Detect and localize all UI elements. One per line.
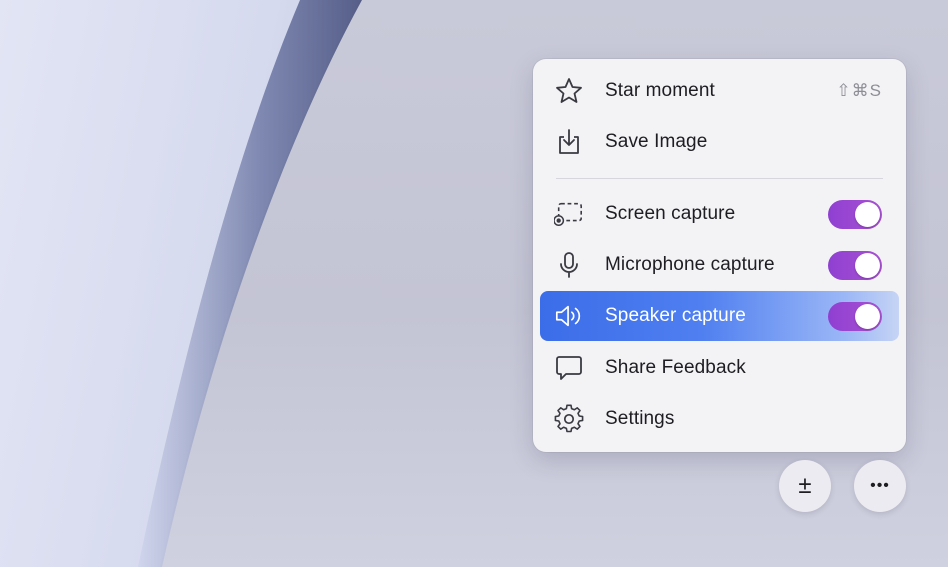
toggle-knob bbox=[855, 253, 880, 278]
microphone-capture-toggle[interactable] bbox=[828, 251, 882, 280]
chat-bubble-icon bbox=[554, 353, 584, 383]
menu-item-speaker-capture[interactable]: Speaker capture bbox=[540, 291, 899, 341]
speaker-icon bbox=[554, 301, 584, 331]
menu-item-save-image[interactable]: Save Image bbox=[540, 117, 899, 167]
menu-item-screen-capture[interactable]: Screen capture bbox=[540, 189, 899, 239]
keyboard-shortcut: ⇧⌘S bbox=[836, 81, 882, 100]
menu-item-label: Star moment bbox=[605, 80, 715, 101]
ellipsis-icon: ••• bbox=[870, 477, 890, 494]
context-menu: Star moment ⇧⌘S Save Image Screen captur… bbox=[533, 59, 906, 452]
menu-item-label: Settings bbox=[605, 408, 675, 429]
menu-item-label: Screen capture bbox=[605, 203, 736, 224]
plus-minus-icon: ± bbox=[798, 472, 812, 499]
menu-divider bbox=[556, 178, 883, 179]
save-image-icon bbox=[554, 127, 584, 157]
screen-capture-icon bbox=[554, 199, 584, 229]
menu-item-microphone-capture[interactable]: Microphone capture bbox=[540, 240, 899, 290]
plus-minus-button[interactable]: ± bbox=[779, 460, 831, 512]
toggle-knob bbox=[855, 304, 880, 329]
screen-capture-toggle[interactable] bbox=[828, 200, 882, 229]
toggle-knob bbox=[855, 202, 880, 227]
star-icon bbox=[554, 76, 584, 106]
speaker-capture-toggle[interactable] bbox=[828, 302, 882, 331]
microphone-icon bbox=[554, 250, 584, 280]
gear-icon bbox=[554, 404, 584, 434]
menu-item-label: Save Image bbox=[605, 131, 708, 152]
menu-item-label: Share Feedback bbox=[605, 357, 746, 378]
more-options-button[interactable]: ••• bbox=[854, 460, 906, 512]
menu-item-settings[interactable]: Settings bbox=[540, 394, 899, 444]
menu-item-label: Speaker capture bbox=[605, 305, 746, 326]
menu-item-label: Microphone capture bbox=[605, 254, 775, 275]
menu-item-star-moment[interactable]: Star moment ⇧⌘S bbox=[540, 66, 899, 116]
menu-item-share-feedback[interactable]: Share Feedback bbox=[540, 343, 899, 393]
